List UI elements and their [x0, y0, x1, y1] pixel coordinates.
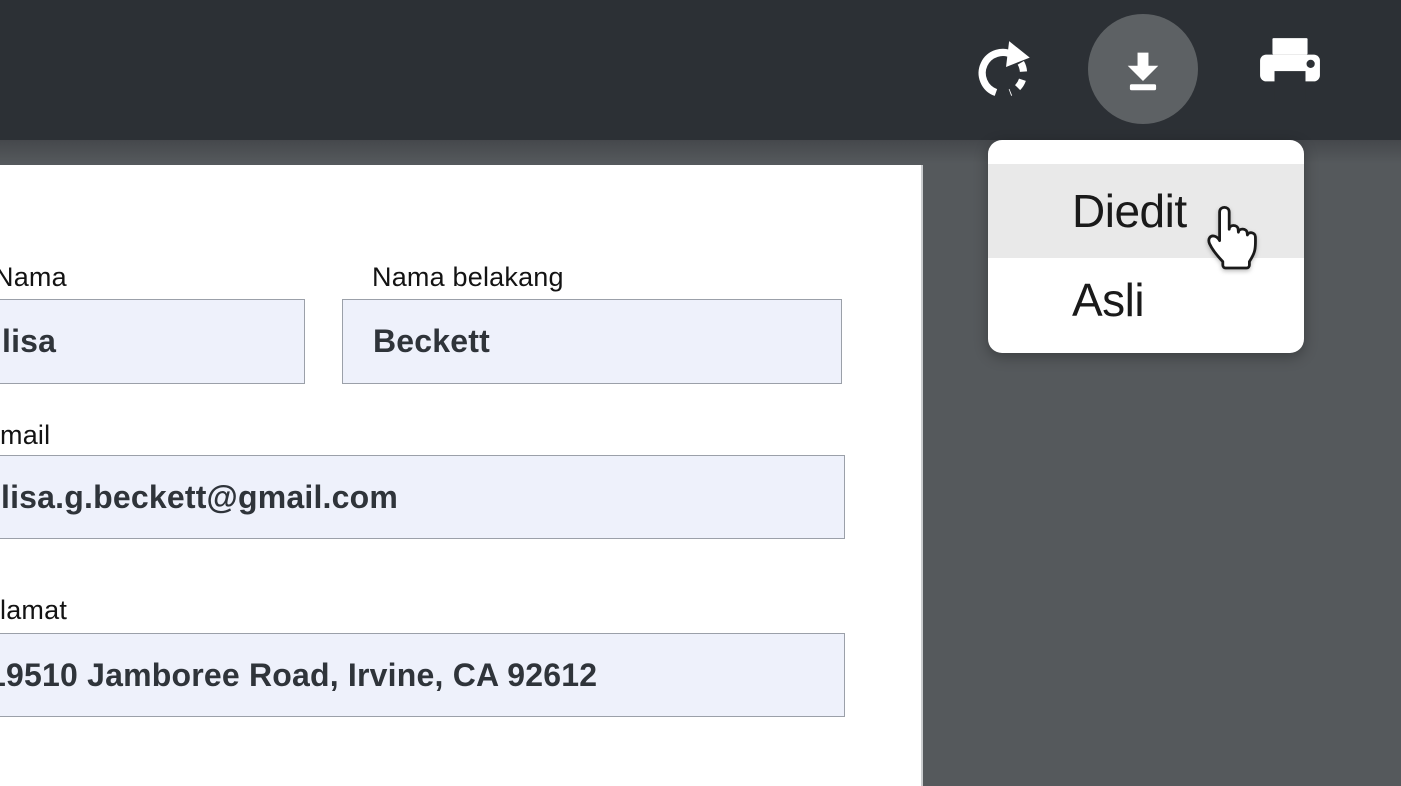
field-label-email: mail	[0, 419, 50, 451]
field-value-nama: lisa	[2, 323, 56, 360]
toolbar	[0, 0, 1401, 140]
field-value-nama-belakang: Beckett	[373, 323, 490, 360]
field-value-email: lisa.g.beckett@gmail.com	[1, 479, 398, 516]
document-page: Nama lisa Nama belakang Beckett mail lis…	[0, 165, 921, 786]
field-label-nama-belakang: Nama belakang	[372, 261, 564, 293]
rotate-button[interactable]	[972, 36, 1038, 102]
download-options-menu: Diedit Asli	[988, 140, 1304, 353]
download-icon	[1119, 45, 1167, 93]
print-icon	[1258, 36, 1322, 100]
field-value-alamat: 19510 Jamboree Road, Irvine, CA 92612	[1, 657, 597, 694]
field-input-email[interactable]: lisa.g.beckett@gmail.com	[0, 455, 845, 539]
field-label-nama: Nama	[0, 261, 67, 293]
menu-item-diedit[interactable]: Diedit	[988, 164, 1304, 258]
field-input-alamat[interactable]: 19510 Jamboree Road, Irvine, CA 92612	[0, 633, 845, 717]
field-input-nama[interactable]: lisa	[0, 299, 305, 384]
pdf-viewer: Nama lisa Nama belakang Beckett mail lis…	[0, 0, 1401, 786]
menu-item-asli[interactable]: Asli	[988, 258, 1304, 342]
download-button[interactable]	[1088, 14, 1198, 124]
print-button[interactable]	[1256, 34, 1324, 102]
rotate-clockwise-icon	[972, 36, 1038, 102]
field-label-alamat: lamat	[0, 594, 67, 626]
field-input-nama-belakang[interactable]: Beckett	[342, 299, 842, 384]
